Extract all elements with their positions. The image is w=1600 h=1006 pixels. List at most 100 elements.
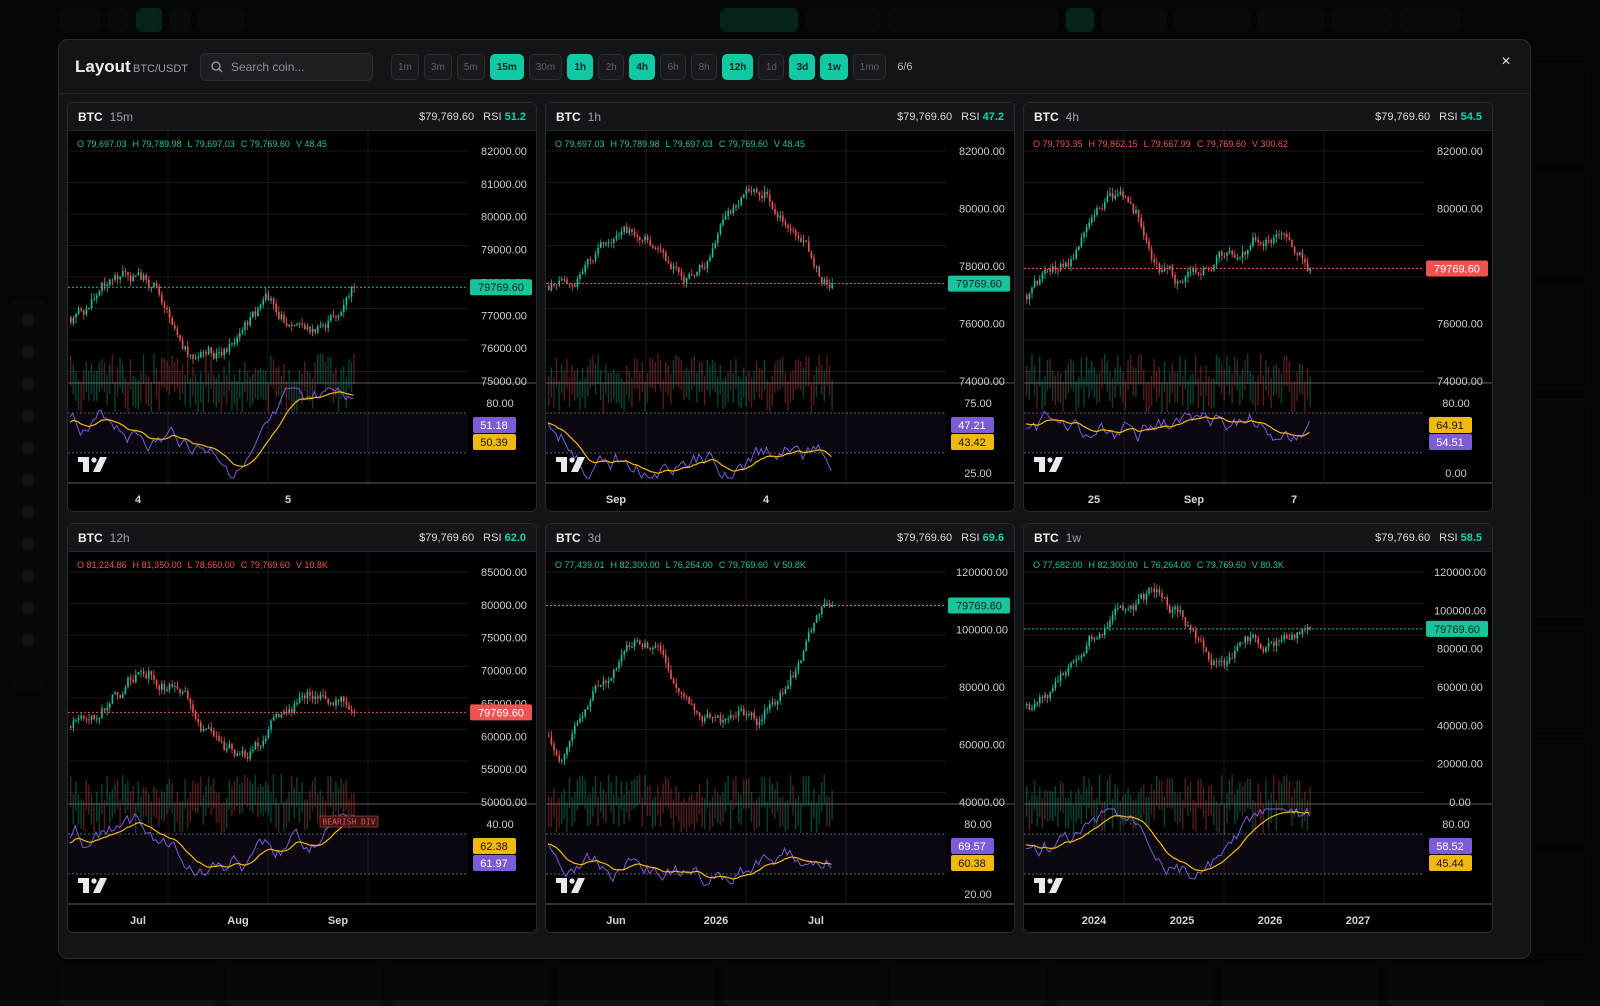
rsi-badge-value: 64.91	[1436, 420, 1464, 432]
ohlc-l: L 79,667.99	[1144, 139, 1191, 149]
last-price-value: 79769.60	[1434, 624, 1480, 636]
time-axis-label: 25	[1088, 494, 1100, 506]
search-input[interactable]	[231, 60, 361, 74]
ohlc-c: C 79,769.60	[241, 560, 290, 570]
time-axis-label: 2027	[1346, 915, 1370, 927]
chart-panel-3d[interactable]: BTC 3d $79,769.60 RSI 69.6 120000.001000…	[545, 523, 1015, 933]
ohlc-v: V 50.8K	[774, 560, 806, 570]
timeframe-button-1h[interactable]: 1h	[567, 54, 593, 80]
price-axis-label: 82000.00	[1437, 146, 1483, 158]
ohlc-c: C 79,769.60	[1197, 139, 1246, 149]
last-price-value: 79769.60	[956, 279, 1002, 291]
ohlc-legend: O 77,439.01H 82,300.00L 76,264.00C 79,76…	[555, 560, 806, 570]
candles	[548, 598, 833, 833]
rsi-band	[1024, 834, 1424, 874]
price-chart: 82000.0081000.0080000.0079000.0078000.00…	[68, 131, 537, 512]
price-chart: 82000.0080000.0078000.0076000.0074000.00…	[1024, 131, 1493, 512]
timeframe-button-30m[interactable]: 30m	[529, 54, 562, 80]
panel-header: BTC 4h $79,769.60 RSI 54.5	[1024, 103, 1492, 131]
timeframe-button-1d[interactable]: 1d	[758, 54, 784, 80]
timeframe-button-1w[interactable]: 1w	[820, 54, 847, 80]
panel-symbol: BTC	[556, 531, 581, 545]
price-axis-label: 80000.00	[1437, 204, 1483, 216]
price-axis-label: 60000.00	[1437, 682, 1483, 694]
price-axis-label: 55000.00	[481, 764, 527, 776]
rsi-value: 62.0	[505, 532, 526, 544]
panel-stats: $79,769.60 RSI 47.2	[897, 111, 1004, 123]
timeframe-button-6h[interactable]: 6h	[660, 54, 686, 80]
chart-panel-1h[interactable]: BTC 1h $79,769.60 RSI 47.2 82000.0080000…	[545, 102, 1015, 512]
timeframe-button-15m[interactable]: 15m	[490, 54, 524, 80]
time-axis-label: Jul	[808, 915, 824, 927]
price-axis-label: 77000.00	[481, 310, 527, 322]
rsi-value: 69.6	[983, 532, 1004, 544]
chart-panel-4h[interactable]: BTC 4h $79,769.60 RSI 54.5 82000.00 80000…	[1023, 102, 1493, 512]
timeframe-button-12h[interactable]: 12h	[722, 54, 753, 80]
modal-title: Layout	[75, 57, 131, 77]
panel-rsi: RSI 54.5	[1439, 111, 1482, 123]
rsi-badge-value: 58.52	[1436, 841, 1464, 853]
chart-panel-12h[interactable]: BTC 12h $79,769.60 RSI 62.0 85000.008000…	[67, 523, 537, 933]
price-axis-label: 81000.00	[481, 179, 527, 191]
panel-stats: $79,769.60 RSI 51.2	[419, 111, 526, 123]
timeframe-button-1m[interactable]: 1m	[391, 54, 419, 80]
panel-rsi: RSI 58.5	[1439, 532, 1482, 544]
price-axis-label: 85000.00	[481, 567, 527, 579]
price-axis-label: 76000.00	[481, 343, 527, 355]
timeframe-button-5m[interactable]: 5m	[457, 54, 485, 80]
timeframe-button-3m[interactable]: 3m	[424, 54, 452, 80]
close-button[interactable]: ×	[1496, 52, 1516, 72]
timeframe-button-2h[interactable]: 2h	[598, 54, 624, 80]
time-axis-label: 7	[1291, 494, 1297, 506]
ohlc-legend: O 79,697.03H 79,789.98L 79,697.03C 79,76…	[555, 139, 805, 149]
price-axis-label: 74000.00	[1437, 376, 1483, 388]
panel-price: $79,769.60	[897, 532, 952, 544]
panel-stats: $79,769.60 RSI 62.0	[419, 532, 526, 544]
price-axis-label: 75000.00	[481, 633, 527, 645]
price-chart: 82000.0080000.0078000.0076000.0074000.00…	[546, 131, 1015, 512]
panel-price: $79,769.60	[897, 111, 952, 123]
price-axis-label: 82000.00	[481, 146, 527, 158]
timeframe-button-8h[interactable]: 8h	[691, 54, 717, 80]
timeframe-button-1mo[interactable]: 1mo	[853, 54, 886, 80]
coin-search[interactable]	[200, 53, 373, 81]
panel-timeframe: 12h	[110, 531, 130, 545]
panel-timeframe: 1h	[588, 110, 601, 124]
panel-price: $79,769.60	[1375, 532, 1430, 544]
ohlc-l: L 76,264.00	[1144, 560, 1191, 570]
rsi-axis-label: 25.00	[964, 468, 992, 480]
timeframe-button-4h[interactable]: 4h	[629, 54, 655, 80]
panel-timeframe: 15m	[110, 110, 133, 124]
ohlc-legend: O 77,682.00H 82,300.00L 76,264.00C 79,76…	[1033, 560, 1284, 570]
panel-rsi: RSI 62.0	[483, 532, 526, 544]
rsi-label: RSI	[1439, 532, 1457, 544]
candles	[548, 185, 833, 413]
pair-label: BTC/USDT	[133, 63, 188, 75]
candles	[1026, 583, 1311, 834]
price-axis-label: 82000.00	[959, 146, 1005, 158]
panel-rsi: RSI 47.2	[961, 111, 1004, 123]
rsi-badge-value: 45.44	[1436, 858, 1464, 870]
candles	[1026, 186, 1311, 413]
rsi-label: RSI	[483, 532, 501, 544]
time-axis-label: 4	[135, 494, 142, 506]
ohlc-o: O 79,697.03	[77, 139, 127, 149]
price-axis-label: 120000.00	[1434, 567, 1486, 579]
last-price-value: 79769.60	[956, 601, 1002, 613]
tradingview-logo-icon	[1034, 878, 1064, 899]
time-axis-label: Jun	[606, 915, 626, 927]
rsi-label: RSI	[961, 111, 979, 123]
panel-stats: $79,769.60 RSI 54.5	[1375, 111, 1482, 123]
rsi-axis-label: 80.00	[1442, 819, 1470, 831]
price-axis-label: 100000.00	[956, 625, 1008, 637]
timeframe-button-3d[interactable]: 3d	[789, 54, 815, 80]
rsi-label: RSI	[483, 111, 501, 123]
ohlc-h: H 79,789.98	[611, 139, 660, 149]
chart-panel-15m[interactable]: BTC 15m $79,769.60 RSI 51.2 82000.008100…	[67, 102, 537, 512]
price-axis-label: 80000.00	[481, 600, 527, 612]
price-axis-label: 60000.00	[959, 740, 1005, 752]
price-chart: 85000.0080000.0075000.0070000.0065000.00…	[68, 552, 537, 933]
price-axis-label: 120000.00	[956, 567, 1008, 579]
chart-panel-1w[interactable]: BTC 1w $79,769.60 RSI 58.5 120000.001000…	[1023, 523, 1493, 933]
time-axis-label: Sep	[1184, 494, 1204, 506]
